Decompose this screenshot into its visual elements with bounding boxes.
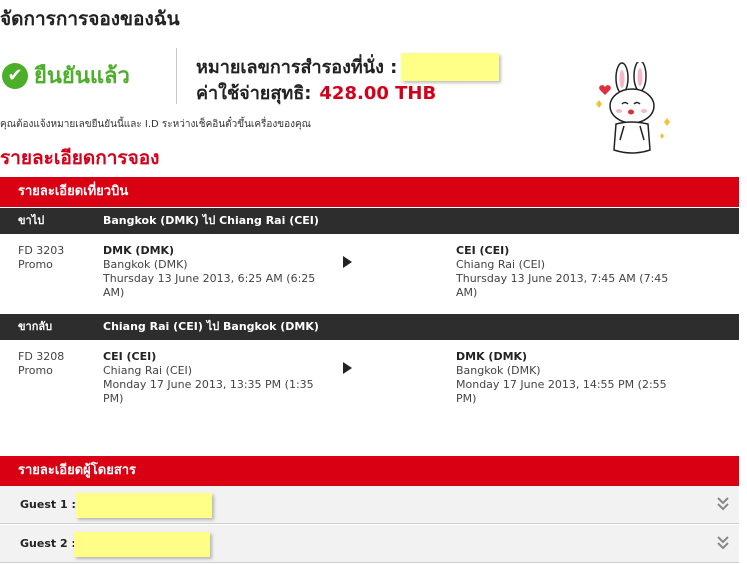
page-title: จัดการการจองของฉัน bbox=[0, 8, 180, 30]
confirmation-status-label: ยืนยันแล้ว bbox=[34, 64, 130, 89]
arrival-datetime: Thursday 13 June 2013, 7:45 AM (7:45 bbox=[456, 272, 669, 285]
double-chevron-down-icon[interactable] bbox=[716, 496, 730, 512]
departure-datetime: Thursday 13 June 2013, 6:25 AM (6:25 bbox=[103, 272, 316, 285]
arrival-datetime: Monday 17 June 2013, 14:55 PM (2:55 bbox=[456, 378, 667, 391]
departure-block: DMK (DMK) Bangkok (DMK) Thursday 13 June… bbox=[103, 244, 323, 300]
bunny-sticker-icon bbox=[596, 62, 670, 154]
passenger-details-header: รายละเอียดผู้โดยสาร bbox=[0, 456, 739, 486]
arrival-city: Chiang Rai (CEI) bbox=[456, 258, 546, 271]
flight-number: FD 3203 bbox=[18, 244, 65, 257]
fare-class: Promo bbox=[18, 364, 53, 377]
flight-number-block: FD 3203 Promo bbox=[18, 244, 64, 272]
reference-row: หมายเลขการสำรองที่นั่ง : bbox=[196, 52, 500, 81]
guest-row-2[interactable]: Guest 2 : S bbox=[0, 525, 739, 563]
confirmation-status: ✔ ยืนยันแล้ว bbox=[2, 58, 130, 93]
outbound-leg-bar: ขาไป Bangkok (DMK) ไป Chiang Rai (CEI) bbox=[0, 208, 739, 234]
guest-name-redacted bbox=[76, 493, 212, 518]
departure-datetime-cont: PM) bbox=[103, 392, 124, 405]
return-leg-bar: ขากลับ Chiang Rai (CEI) ไป Bangkok (DMK) bbox=[0, 314, 739, 340]
leg-route: Chiang Rai (CEI) ไป Bangkok (DMK) bbox=[103, 320, 319, 333]
flight-details-header: รายละเอียดเที่ยวบิน bbox=[0, 177, 739, 207]
flight-number: FD 3208 bbox=[18, 350, 65, 363]
departure-code: CEI (CEI) bbox=[103, 350, 157, 363]
reference-label: หมายเลขการสำรองที่นั่ง : bbox=[196, 57, 398, 78]
leg-direction: ขากลับ bbox=[18, 320, 53, 333]
divider bbox=[176, 48, 177, 104]
arrow-right-icon bbox=[343, 362, 352, 374]
double-chevron-down-icon[interactable] bbox=[716, 535, 730, 551]
departure-city: Bangkok (DMK) bbox=[103, 258, 188, 271]
checkin-notice: คุณต้องแจ้งหมายเลขยืนยันนี้และ I.D ระหว่… bbox=[0, 119, 311, 130]
departure-block: CEI (CEI) Chiang Rai (CEI) Monday 17 Jun… bbox=[103, 350, 323, 406]
checkmark-icon: ✔ bbox=[2, 62, 28, 89]
arrival-code: CEI (CEI) bbox=[456, 244, 510, 257]
arrival-datetime-cont: AM) bbox=[456, 286, 478, 299]
reference-value-redacted bbox=[401, 52, 500, 81]
leg-route: Bangkok (DMK) ไป Chiang Rai (CEI) bbox=[103, 214, 319, 227]
guest-name-redacted bbox=[74, 532, 210, 557]
booking-details-title: รายละเอียดการจอง bbox=[0, 147, 160, 169]
arrival-block: CEI (CEI) Chiang Rai (CEI) Thursday 13 J… bbox=[456, 244, 676, 300]
guest-row-1[interactable]: Guest 1 : S bbox=[0, 486, 739, 524]
arrival-code: DMK (DMK) bbox=[456, 350, 528, 363]
fare-class: Promo bbox=[18, 258, 53, 271]
flight-number-block: FD 3208 Promo bbox=[18, 350, 64, 378]
departure-city: Chiang Rai (CEI) bbox=[103, 364, 193, 377]
arrival-city: Bangkok (DMK) bbox=[456, 364, 541, 377]
arrow-right-icon bbox=[343, 256, 352, 268]
total-cost-label: ค่าใช้จ่ายสุทธิ: bbox=[196, 83, 312, 104]
arrival-datetime-cont: PM) bbox=[456, 392, 477, 405]
total-cost-amount: 428.00 THB bbox=[319, 83, 437, 104]
outbound-leg-detail: FD 3203 Promo DMK (DMK) Bangkok (DMK) Th… bbox=[0, 234, 739, 314]
departure-code: DMK (DMK) bbox=[103, 244, 175, 257]
leg-direction: ขาไป bbox=[18, 214, 45, 227]
departure-datetime-cont: AM) bbox=[103, 286, 125, 299]
arrival-block: DMK (DMK) Bangkok (DMK) Monday 17 June 2… bbox=[456, 350, 676, 406]
total-cost-row: ค่าใช้จ่ายสุทธิ: 428.00 THB bbox=[196, 78, 436, 107]
departure-datetime: Monday 17 June 2013, 13:35 PM (1:35 bbox=[103, 378, 314, 391]
return-leg-detail: FD 3208 Promo CEI (CEI) Chiang Rai (CEI)… bbox=[0, 340, 739, 454]
